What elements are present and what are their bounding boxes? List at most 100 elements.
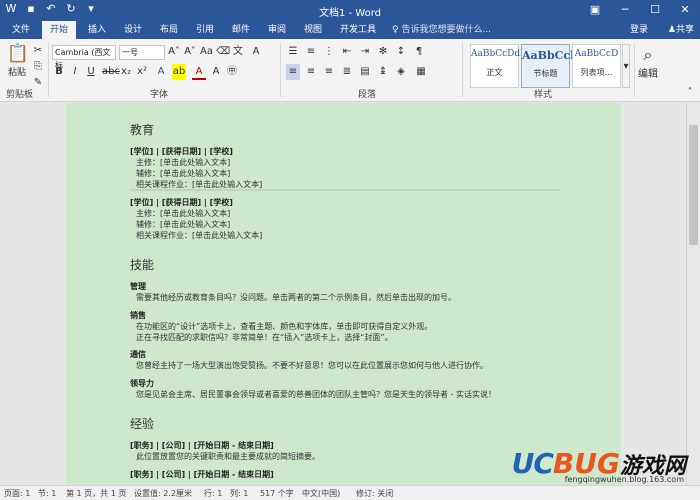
line-spacing-icon[interactable]: ↨ [376, 64, 390, 80]
skill-title: 销售 [130, 311, 146, 320]
section-heading-skills: 技能 [130, 258, 155, 272]
style-list-item[interactable]: AaBbCcD 列表项... [572, 44, 621, 88]
status-language[interactable]: 中文(中国) [302, 488, 340, 499]
title-bar: W ▪ ↶ ↻ ▾ 文档1 - Word ▣ ─ ☐ ✕ [0, 0, 700, 20]
education-entry-header: [学位] | [获得日期] | [学校] [130, 198, 233, 207]
highlight-icon[interactable]: ab [172, 64, 186, 80]
italic-icon[interactable]: I [70, 64, 80, 80]
subscript-icon[interactable]: x₂ [120, 64, 132, 80]
change-case-icon[interactable]: Aa [200, 44, 213, 60]
styles-more-icon[interactable]: ▾ [622, 44, 630, 88]
window-controls: ▣ ─ ☐ ✕ [580, 0, 700, 20]
ribbon-home: 📋 粘贴 ✂ ⎘ ✎ 剪贴板 Cambria (西文标 一号 A˄ A˅ Aa … [0, 39, 700, 102]
scroll-thumb[interactable] [689, 125, 698, 245]
tell-me-search[interactable]: ♀ 告诉我您想要做什么... [392, 21, 491, 39]
education-courses: 相关课程作业：[单击此处输入文本] [136, 231, 263, 240]
ribbon-options-icon[interactable]: ▣ [580, 0, 610, 20]
bold-icon[interactable]: B [54, 64, 64, 80]
multilevel-list-icon[interactable]: ⋮ [322, 44, 336, 60]
skill-text: 正在寻找匹配的求职信吗？非常简单！在“插入”选项卡上，选择“封面”。 [136, 333, 393, 342]
sort-icon[interactable]: ↕ [394, 44, 408, 60]
grow-font-icon[interactable]: A˄ [168, 44, 180, 60]
shading-icon[interactable]: A [210, 64, 222, 80]
style-section-heading[interactable]: AaBbCcl 节标题 [521, 44, 574, 88]
tab-design[interactable]: 设计 [116, 21, 150, 39]
font-color-icon[interactable]: A [192, 64, 206, 80]
minimize-button[interactable]: ─ [610, 0, 640, 20]
increase-indent-icon[interactable]: ⇥ [358, 44, 372, 60]
experience-entry-header: [职务] | [公司] | [开始日期 - 结束日期] [130, 441, 274, 450]
status-page[interactable]: 页面: 1 [4, 488, 30, 499]
tab-view[interactable]: 视图 [296, 21, 330, 39]
tab-insert[interactable]: 插入 [80, 21, 114, 39]
char-border-icon[interactable]: A [250, 44, 262, 60]
bullets-icon[interactable]: ☰ [286, 44, 300, 60]
align-right-icon[interactable]: ≡ [322, 64, 336, 80]
clear-format-icon[interactable]: ⌫ [216, 44, 230, 60]
section-heading-education: 教育 [130, 123, 155, 137]
status-row[interactable]: 行: 1 [204, 488, 222, 499]
numbering-icon[interactable]: ≡ [304, 44, 318, 60]
enclose-char-icon[interactable]: ㊥ [226, 64, 238, 80]
collapse-ribbon-icon[interactable]: ˄ [684, 85, 696, 101]
decrease-indent-icon[interactable]: ⇤ [340, 44, 354, 60]
tab-home[interactable]: 开始 [42, 21, 77, 39]
justify-icon[interactable]: ≣ [340, 64, 354, 80]
skill-text: 您曾经主持了一场大型演出饱受赞扬。不要不好意思！您可以在此位置展示您如何与他人进… [136, 361, 488, 370]
experience-entry-header: [职务] | [公司] | [开始日期 - 结束日期] [130, 470, 274, 479]
chinese-layout-icon[interactable]: ✻ [376, 44, 390, 60]
underline-icon[interactable]: U [86, 64, 96, 80]
vertical-scrollbar[interactable] [686, 103, 700, 485]
share-button[interactable]: ♟共享 [668, 21, 694, 39]
tab-developer[interactable]: 开发工具 [332, 21, 384, 39]
section-heading-experience: 经验 [130, 417, 155, 431]
status-word-count[interactable]: 517 个字 [260, 488, 294, 499]
divider [48, 43, 49, 97]
status-page-count[interactable]: 第 1 页，共 1 页 [66, 488, 126, 499]
divider [280, 43, 281, 97]
phonetic-icon[interactable]: 文 [232, 44, 244, 60]
paste-icon[interactable]: 📋 [6, 43, 30, 65]
tab-references[interactable]: 引用 [188, 21, 222, 39]
align-left-icon[interactable]: ≡ [286, 64, 300, 80]
sign-in-link[interactable]: 登录 [630, 21, 648, 39]
distribute-icon[interactable]: ▤ [358, 64, 372, 80]
find-icon[interactable]: ⌕ [638, 45, 658, 65]
tab-file[interactable]: 文件 [4, 21, 38, 39]
skill-title: 领导力 [130, 379, 154, 388]
paragraph-shading-icon[interactable]: ◈ [394, 64, 408, 80]
format-painter-icon[interactable]: ✎ [33, 75, 43, 91]
align-center-icon[interactable]: ≡ [304, 64, 318, 80]
status-column[interactable]: 列: 1 [230, 488, 248, 499]
skill-title: 管理 [130, 282, 146, 291]
group-styles: 样式 [534, 90, 553, 100]
status-position[interactable]: 设置值: 2.2厘米 [134, 488, 192, 499]
cut-icon[interactable]: ✂ [33, 43, 43, 59]
status-bar: 页面: 1 节: 1 第 1 页，共 1 页 设置值: 2.2厘米 行: 1 列… [0, 485, 700, 500]
style-normal[interactable]: AaBbCcDdl 正文 [470, 44, 523, 88]
tab-layout[interactable]: 布局 [152, 21, 186, 39]
copy-icon[interactable]: ⎘ [33, 59, 43, 75]
show-marks-icon[interactable]: ¶ [412, 44, 426, 60]
close-button[interactable]: ✕ [670, 0, 700, 20]
tab-review[interactable]: 审阅 [260, 21, 294, 39]
strikethrough-icon[interactable]: abc [102, 64, 120, 80]
tab-mailings[interactable]: 邮件 [224, 21, 258, 39]
editing-button[interactable]: 编辑 [634, 67, 662, 83]
paste-button[interactable]: 粘贴 [2, 65, 32, 81]
font-size-select[interactable]: 一号 [119, 45, 165, 60]
style-name: 列表项... [580, 68, 613, 77]
status-track-changes[interactable]: 修订: 关闭 [356, 488, 393, 499]
skill-text: 需要其他经历或教育条目吗？没问题。单击两者的第二个示例条目，然后单击出现的加号。 [136, 293, 456, 302]
education-minor: 辅修：[单击此处输入文本] [136, 220, 231, 229]
borders-icon[interactable]: ▦ [414, 64, 428, 80]
shrink-font-icon[interactable]: A˅ [184, 44, 196, 60]
superscript-icon[interactable]: x² [136, 64, 148, 80]
status-section[interactable]: 节: 1 [38, 488, 56, 499]
skill-text: 在功能区的“设计”选项卡上，查看主题、颜色和字体库，单击即可获得自定义外观。 [136, 322, 433, 331]
maximize-button[interactable]: ☐ [640, 0, 670, 20]
text-effects-icon[interactable]: A [154, 64, 168, 80]
font-name-select[interactable]: Cambria (西文标 [52, 45, 116, 70]
style-sample: AaBbCcD [574, 49, 619, 59]
experience-text: 此位置放置您的关键职责和最主要成就的简短摘要。 [136, 452, 320, 461]
